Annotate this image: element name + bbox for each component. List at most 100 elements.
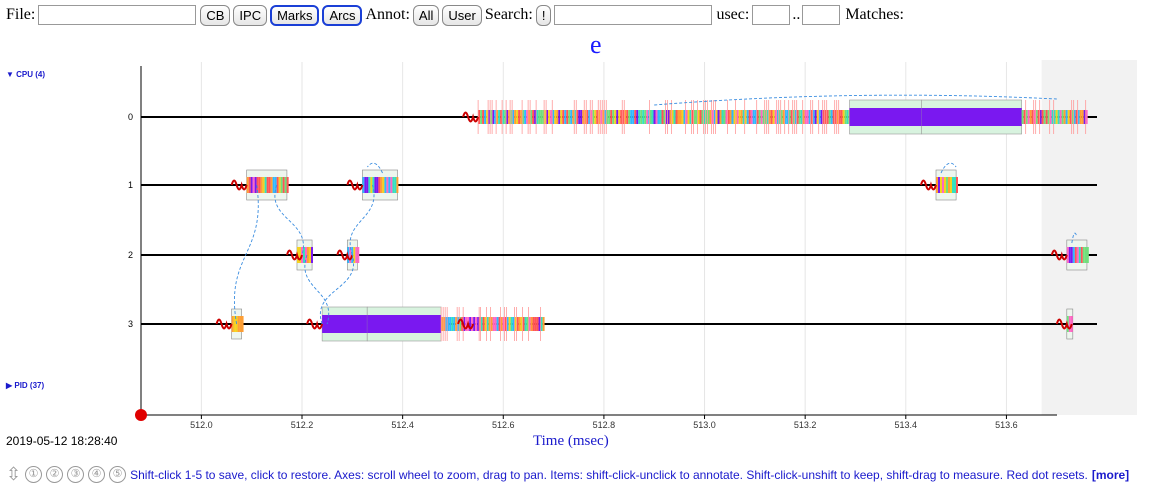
activity-stripe bbox=[394, 177, 397, 193]
activity-stripe bbox=[636, 110, 639, 124]
activity-burst bbox=[321, 306, 545, 342]
row-label: 3 bbox=[128, 319, 133, 329]
row-label-group: 0 1 2 3 bbox=[128, 112, 133, 329]
activity-stripe bbox=[475, 317, 478, 331]
activity-stripe bbox=[366, 177, 369, 193]
activity-stripe bbox=[562, 110, 565, 124]
activity-stripe bbox=[814, 110, 817, 124]
activity-stripe bbox=[1080, 247, 1083, 263]
activity-stripe bbox=[390, 177, 393, 193]
save-slot-5[interactable]: ⑤ bbox=[109, 466, 127, 483]
idle-bar bbox=[367, 315, 442, 333]
activity-stripe bbox=[1065, 110, 1068, 124]
activity-stripe bbox=[538, 110, 541, 124]
more-link[interactable]: [more] bbox=[1092, 468, 1129, 482]
x-tick-group: 512.0 512.2 512.4 512.6 512.8 513.0 513.2 513.4… bbox=[190, 415, 1018, 430]
activity-stripe bbox=[280, 177, 283, 193]
activity-stripe bbox=[806, 110, 809, 124]
activity-stripe bbox=[640, 110, 643, 124]
activity-stripe bbox=[675, 110, 678, 124]
activity-stripe bbox=[376, 177, 379, 193]
activity-stripe bbox=[612, 110, 615, 124]
activity-stripe bbox=[947, 177, 950, 193]
activity-stripe bbox=[736, 110, 739, 124]
activity-stripe bbox=[752, 110, 755, 124]
activity-stripe bbox=[524, 110, 527, 124]
activity-stripe bbox=[237, 316, 240, 332]
timeline-plot[interactable]: 512.0 512.2 512.4 512.6 512.8 513.0 513.2 513.4… bbox=[0, 0, 1149, 497]
activity-stripe bbox=[594, 110, 597, 124]
activity-stripe bbox=[374, 177, 377, 193]
activity-stripe bbox=[729, 110, 732, 124]
save-slot-4[interactable]: ④ bbox=[88, 466, 106, 483]
activity-stripe bbox=[298, 247, 301, 263]
activity-stripe bbox=[282, 177, 285, 193]
activity-stripe bbox=[560, 110, 563, 124]
activity-stripe bbox=[254, 177, 257, 193]
reset-dot[interactable] bbox=[135, 409, 147, 421]
activity-stripe bbox=[516, 110, 519, 124]
activity-stripe bbox=[355, 247, 358, 263]
x-tick-label: 512.0 bbox=[190, 420, 213, 430]
activity-stripe bbox=[482, 110, 485, 124]
activity-stripe bbox=[492, 317, 495, 331]
activity-stripe bbox=[1076, 247, 1079, 263]
activity-stripe bbox=[239, 316, 242, 332]
activity-group bbox=[231, 99, 1089, 342]
activity-stripe bbox=[258, 177, 261, 193]
activity-stripe bbox=[1086, 247, 1089, 263]
activity-stripe bbox=[480, 110, 483, 124]
activity-stripe bbox=[630, 110, 633, 124]
activity-stripe bbox=[679, 110, 682, 124]
x-tick-label: 512.2 bbox=[291, 420, 314, 430]
activity-stripe bbox=[1067, 110, 1070, 124]
activity-stripe bbox=[1027, 110, 1030, 124]
activity-stripe bbox=[262, 177, 265, 193]
activity-stripe bbox=[362, 177, 365, 193]
activity-stripe bbox=[642, 110, 645, 124]
cpu-group-toggle[interactable]: ▼ CPU (4) bbox=[6, 70, 45, 79]
activity-stripe bbox=[510, 317, 513, 331]
save-slot-3[interactable]: ③ bbox=[67, 466, 85, 483]
activity-stripe bbox=[628, 110, 631, 124]
activity-stripe bbox=[1041, 110, 1044, 124]
save-slot-2[interactable]: ② bbox=[46, 466, 64, 483]
idle-bar bbox=[921, 108, 1022, 126]
activity-stripe bbox=[568, 110, 571, 124]
activity-stripe bbox=[530, 317, 533, 331]
activity-stripe bbox=[699, 110, 702, 124]
activity-stripe bbox=[846, 110, 849, 124]
activity-stripe bbox=[1021, 110, 1024, 124]
activity-stripe bbox=[268, 177, 271, 193]
save-slot-1[interactable]: ① bbox=[25, 466, 43, 483]
activity-stripe bbox=[233, 316, 236, 332]
x-tick-label: 513.6 bbox=[995, 420, 1018, 430]
activity-stripe bbox=[1061, 110, 1064, 124]
activity-stripe bbox=[1068, 247, 1071, 263]
activity-stripe bbox=[1063, 110, 1066, 124]
activity-stripe bbox=[266, 177, 269, 193]
updown-arrow-icon[interactable]: ⇳ bbox=[6, 464, 21, 485]
activity-stripe bbox=[1045, 110, 1048, 124]
activity-stripe bbox=[270, 177, 273, 193]
activity-stripe bbox=[248, 177, 251, 193]
activity-stripe bbox=[740, 110, 743, 124]
activity-stripe bbox=[286, 177, 289, 193]
activity-stripe bbox=[536, 317, 539, 331]
activity-stripe bbox=[681, 110, 684, 124]
footer: ⇳ ① ② ③ ④ ⑤ Shift-click 1-5 to save, cli… bbox=[6, 464, 1129, 485]
activity-stripe bbox=[306, 247, 309, 263]
activity-stripe bbox=[646, 110, 649, 124]
activity-burst bbox=[246, 169, 289, 201]
activity-stripe bbox=[482, 317, 485, 331]
activity-stripe bbox=[955, 177, 958, 193]
activity-stripe bbox=[738, 110, 741, 124]
pid-group-toggle[interactable]: ▶ PID (37) bbox=[6, 381, 44, 390]
activity-stripe bbox=[746, 110, 749, 124]
activity-stripe bbox=[661, 110, 664, 124]
activity-stripe bbox=[310, 247, 313, 263]
activity-stripe bbox=[828, 110, 831, 124]
activity-stripe bbox=[473, 317, 476, 331]
activity-stripe bbox=[731, 110, 734, 124]
activity-stripe bbox=[252, 177, 255, 193]
